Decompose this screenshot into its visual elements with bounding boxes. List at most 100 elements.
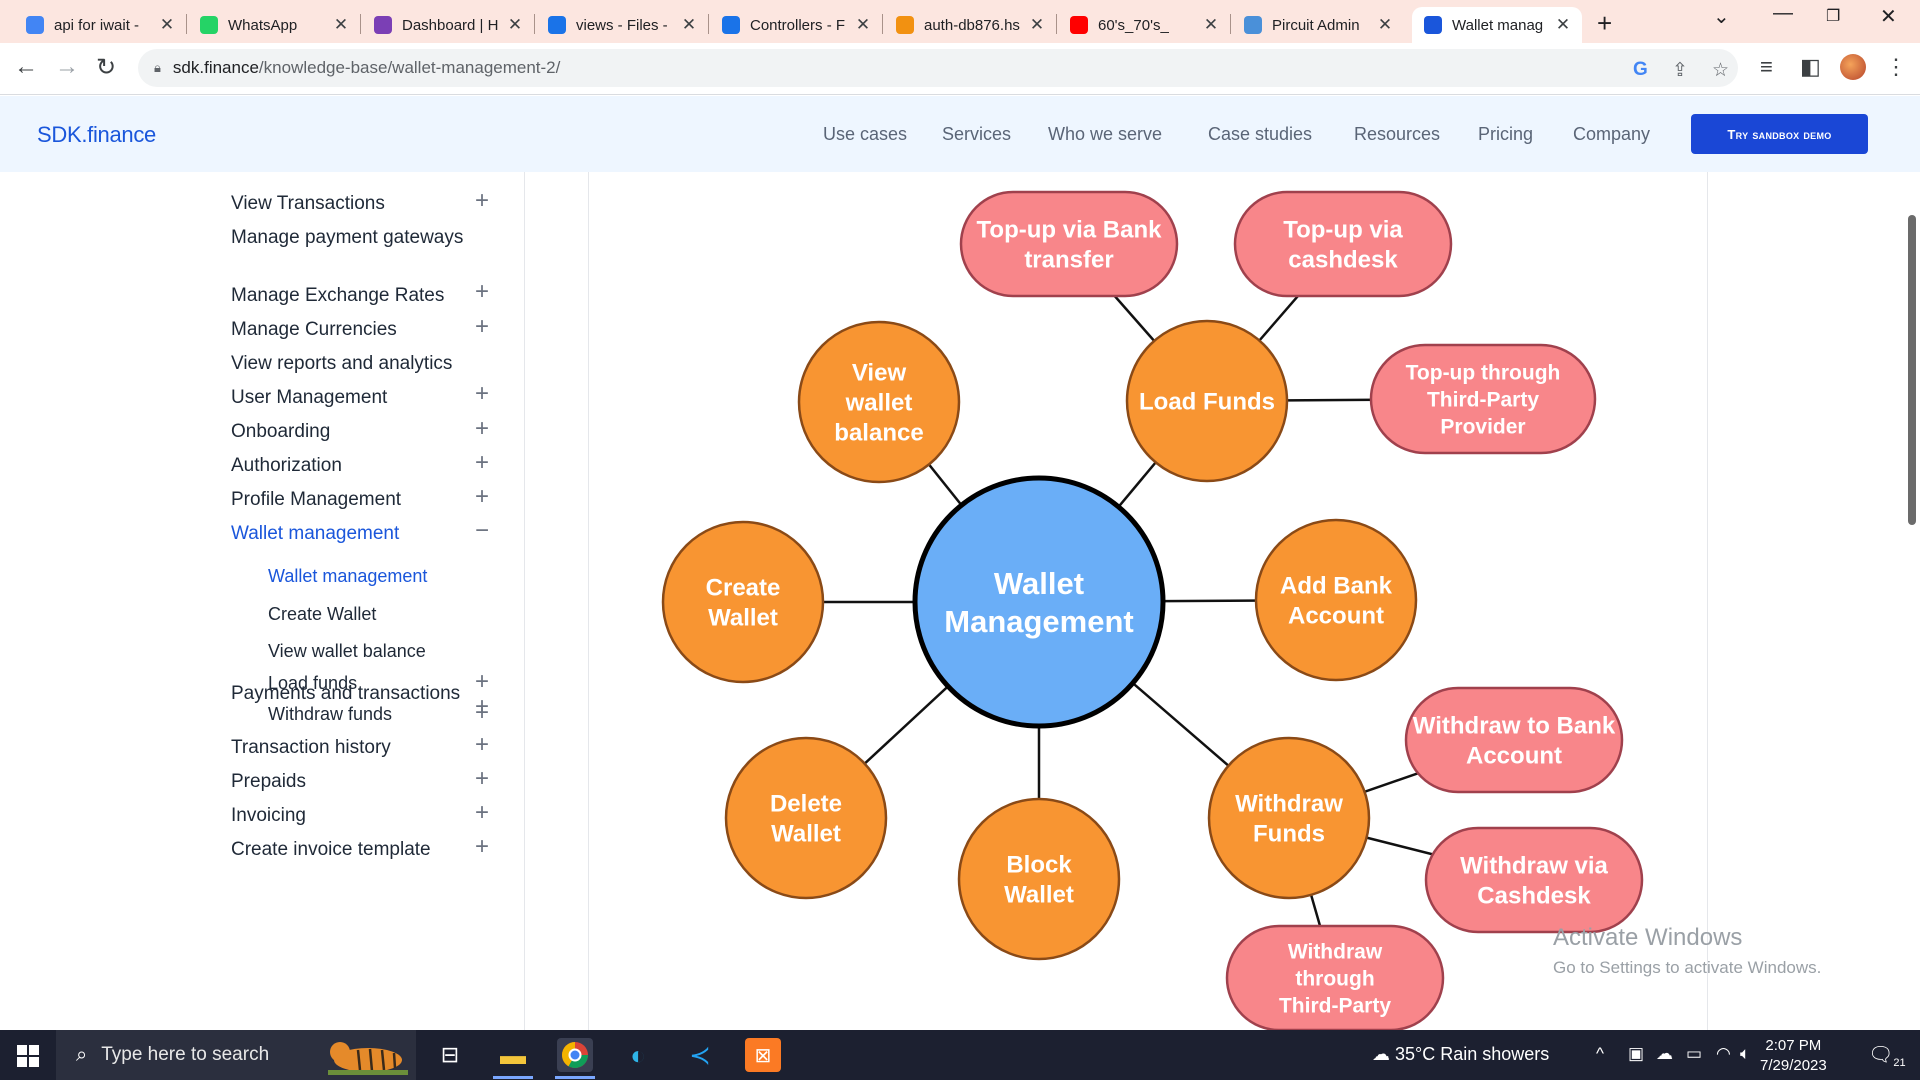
sidebar-item[interactable]: Onboarding	[231, 418, 496, 446]
collapse-minus-icon[interactable]: −	[475, 519, 489, 543]
diagram-secondary-node: Top-up via cashdesk	[1233, 190, 1453, 298]
files-icon	[722, 16, 740, 34]
close-tab-icon[interactable]: ✕	[1554, 15, 1572, 35]
restore-button[interactable]: ❐	[1826, 6, 1840, 26]
sidebar-item[interactable]: User Management	[231, 384, 496, 412]
expand-plus-icon[interactable]: +	[475, 417, 489, 441]
share-icon[interactable]: ⇪	[1672, 59, 1688, 82]
onedrive-icon[interactable]: ☁	[1656, 1044, 1673, 1064]
sidebar-subitem[interactable]: Withdraw funds	[268, 702, 392, 726]
close-tab-icon[interactable]: ✕	[854, 15, 872, 35]
chrome-icon[interactable]	[557, 1038, 593, 1072]
close-tab-icon[interactable]: ✕	[680, 15, 698, 35]
page-scrollbar[interactable]	[1908, 215, 1916, 525]
show-hidden-icons-chevron-icon[interactable]: ^	[1596, 1044, 1604, 1064]
google-lens-icon[interactable]: G	[1633, 59, 1648, 81]
expand-plus-icon[interactable]: +	[475, 767, 489, 791]
taskbar-clock[interactable]: 2:07 PM 7/29/2023	[1760, 1036, 1827, 1076]
tab-separator	[708, 14, 709, 34]
sidebar-item[interactable]: Create invoice template	[231, 836, 496, 864]
expand-plus-icon[interactable]: +	[475, 315, 489, 339]
notification-count: 21	[1893, 1057, 1906, 1069]
sidebar-item[interactable]: Profile Management	[231, 486, 496, 514]
reload-icon[interactable]: ↻	[96, 53, 116, 82]
tab-search-icon[interactable]: ⌄	[1713, 4, 1730, 29]
menu-kebab-icon[interactable]: ⋮	[1885, 54, 1907, 80]
sidebar-item[interactable]: Manage Exchange Rates	[231, 282, 496, 310]
nav-company[interactable]: Company	[1573, 124, 1650, 145]
back-icon[interactable]: ←	[14, 53, 38, 81]
sidebar-subitem[interactable]: Load funds	[268, 671, 357, 695]
windows-start-icon[interactable]	[17, 1045, 39, 1067]
close-tab-icon[interactable]: ✕	[332, 15, 350, 35]
vscode-icon[interactable]: ≺	[682, 1038, 718, 1072]
sidebar-item[interactable]: View reports and analytics	[231, 350, 496, 378]
sidebar-subitem[interactable]: Wallet management	[268, 564, 427, 588]
close-tab-icon[interactable]: ✕	[1202, 15, 1220, 35]
rain-cloud-icon: ☁	[1372, 1044, 1396, 1064]
sidebar-subitem[interactable]: View wallet balance	[268, 639, 426, 663]
minimize-button[interactable]: —	[1773, 2, 1793, 25]
nav-pricing[interactable]: Pricing	[1478, 124, 1533, 145]
expand-plus-icon[interactable]: +	[475, 485, 489, 509]
edge-icon[interactable]: ◐	[620, 1038, 656, 1072]
expand-plus-icon[interactable]: +	[475, 280, 489, 304]
close-tab-icon[interactable]: ✕	[506, 15, 524, 35]
address-bar[interactable]: 🔒︎ sdk.finance/knowledge-base/wallet-man…	[138, 49, 1738, 87]
reading-list-icon[interactable]: ≡	[1760, 54, 1773, 80]
volume-icon[interactable]: 🔈︎	[1740, 1044, 1750, 1064]
file-explorer-icon[interactable]: ▬	[495, 1038, 531, 1072]
new-tab-button[interactable]: +	[1597, 8, 1612, 39]
meet-now-icon[interactable]: ▣	[1628, 1044, 1644, 1064]
nav-who-we-serve[interactable]: Who we serve	[1048, 124, 1162, 145]
browser-tab[interactable]: api for iwait - ✕	[14, 7, 186, 43]
weather-widget[interactable]: ☁ 35°C Rain showers	[1372, 1044, 1549, 1065]
nav-use-cases[interactable]: Use cases	[823, 124, 907, 145]
phpmyadmin-icon	[896, 16, 914, 34]
battery-icon[interactable]: ▭	[1686, 1044, 1702, 1064]
browser-tab[interactable]: Dashboard | H ✕	[362, 7, 534, 43]
expand-plus-icon[interactable]: +	[475, 733, 489, 757]
browser-tab[interactable]: views - Files - ✕	[536, 7, 708, 43]
lock-icon: 🔒︎	[154, 60, 161, 75]
bookmark-star-icon[interactable]: ☆	[1712, 59, 1729, 82]
browser-tab[interactable]: Controllers - F ✕	[710, 7, 882, 43]
sidebar-item[interactable]: Authorization	[231, 452, 496, 480]
sidebar-subitem[interactable]: Create Wallet	[268, 602, 376, 626]
sidebar-item[interactable]: View Transactions	[231, 190, 496, 218]
close-tab-icon[interactable]: ✕	[158, 15, 176, 35]
wifi-icon[interactable]: ◠	[1716, 1044, 1731, 1064]
nav-case-studies[interactable]: Case studies	[1208, 124, 1312, 145]
sidebar-item[interactable]: Invoicing	[231, 802, 496, 830]
browser-tab[interactable]: Wallet manag ✕	[1412, 7, 1582, 43]
expand-plus-icon[interactable]: +	[475, 670, 489, 694]
xampp-icon[interactable]: ⊠	[745, 1038, 781, 1072]
close-window-button[interactable]: ✕	[1880, 4, 1897, 29]
sidebar-item[interactable]: Manage Currencies	[231, 316, 496, 344]
expand-plus-icon[interactable]: +	[475, 835, 489, 859]
sidebar-item[interactable]: Prepaids	[231, 768, 496, 796]
sidebar-item[interactable]: Manage payment gateways	[231, 224, 496, 252]
sidebar-item[interactable]: Wallet management	[231, 520, 496, 548]
sidebar-item[interactable]: Transaction history	[231, 734, 496, 762]
browser-tab[interactable]: 60's_70's_ ✕	[1058, 7, 1230, 43]
expand-plus-icon[interactable]: +	[475, 801, 489, 825]
browser-tab[interactable]: Pircuit Admin ✕	[1232, 7, 1404, 43]
task-view-icon[interactable]: ⊟	[432, 1038, 468, 1072]
expand-plus-icon[interactable]: +	[475, 382, 489, 406]
side-panel-icon[interactable]: ◧	[1800, 54, 1821, 80]
close-tab-icon[interactable]: ✕	[1376, 15, 1394, 35]
browser-tab[interactable]: auth-db876.hs ✕	[884, 7, 1056, 43]
nav-services[interactable]: Services	[942, 124, 1011, 145]
nav-resources[interactable]: Resources	[1354, 124, 1440, 145]
profile-avatar[interactable]	[1840, 54, 1866, 80]
site-logo[interactable]: SDK.finance	[37, 122, 156, 148]
expand-plus-icon[interactable]: +	[475, 451, 489, 475]
close-tab-icon[interactable]: ✕	[1028, 15, 1046, 35]
browser-tab[interactable]: WhatsApp ✕	[188, 7, 360, 43]
expand-plus-icon[interactable]: +	[475, 701, 489, 725]
expand-plus-icon[interactable]: +	[475, 189, 489, 213]
forward-icon[interactable]: →	[55, 53, 79, 81]
try-sandbox-demo-button[interactable]: Try sandbox demo	[1691, 114, 1868, 154]
notification-center-icon[interactable]: 🗨︎21	[1868, 1042, 1906, 1069]
